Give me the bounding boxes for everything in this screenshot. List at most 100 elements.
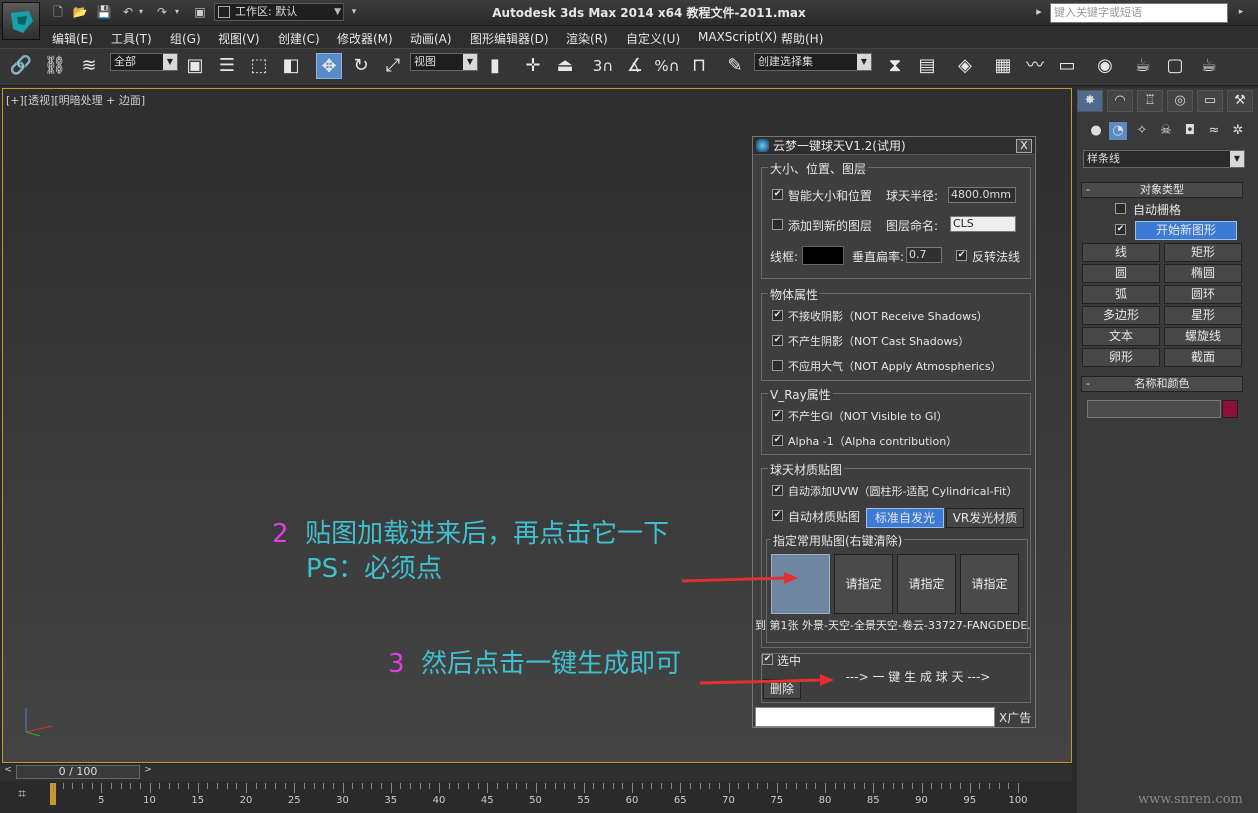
edit-named-selection-icon[interactable]: ✎ [722,53,748,79]
rotate-icon[interactable]: ↻ [348,53,374,79]
standard-emissive-button[interactable]: 标准自发光 [866,508,944,528]
selected-checkbox[interactable]: ✔ [762,654,773,665]
scene-explorer-icon[interactable]: ▦ [990,53,1016,79]
create-tab-icon[interactable]: ✸ [1077,90,1103,112]
render-setup-icon[interactable]: ☕ [1130,53,1156,79]
object-name-input[interactable] [1087,400,1221,418]
category-dropdown[interactable]: 样条线 ▼ [1083,150,1245,168]
select-manipulate-icon[interactable]: ✛ [520,53,546,79]
geometry-icon[interactable]: ● [1087,122,1105,140]
viewport-label[interactable]: [+][透视][明暗处理 + 边面] [6,92,145,108]
close-ad-link[interactable]: X广告 [999,709,1031,726]
layer-manager-icon[interactable]: ◈ [952,53,978,79]
select-by-name-icon[interactable]: ☰ [214,53,240,79]
start-new-shape-button[interactable]: 开始新图形 [1135,221,1237,240]
menu-graph-editors[interactable]: 图形编辑器(D) [470,30,549,47]
align-icon[interactable]: ▤ [914,53,940,79]
reference-coordinate-dropdown[interactable]: 视图 ▼ [410,53,478,71]
object-type-rollout[interactable]: - 对象类型 [1081,182,1243,198]
time-slider[interactable] [0,763,1072,781]
keyboard-shortcut-override-icon[interactable]: ⏏ [552,53,578,79]
autogrid-checkbox[interactable] [1115,203,1126,214]
info-center-icon[interactable]: ▸ [1030,4,1048,20]
mini-curve-editor-icon[interactable]: ⌗ [8,786,36,806]
rendered-frame-window-icon[interactable]: ▢ [1162,53,1188,79]
menu-modifiers[interactable]: 修改器(M) [337,30,393,47]
no-receive-shadows-checkbox[interactable]: ✔ [772,310,783,321]
modify-tab-icon[interactable]: ◠ [1107,90,1133,112]
next-frame-icon[interactable]: > [142,765,154,779]
material-editor-icon[interactable]: ◉ [1092,53,1118,79]
schematic-view-icon[interactable]: ▭ [1054,53,1080,79]
map-slot-2[interactable]: 请指定 [834,554,893,614]
object-color-swatch[interactable] [1222,400,1238,418]
unlink-icon[interactable]: ⛓ [42,53,68,79]
search-dropdown-icon[interactable]: ▸ [1232,4,1250,20]
move-icon[interactable]: ✥ [316,53,342,79]
spinner-snap-icon[interactable]: ⊓ [686,53,712,79]
auto-uvw-checkbox[interactable]: ✔ [772,485,783,496]
time-slider-thumb[interactable]: 0 / 100 [16,765,140,779]
motion-tab-icon[interactable]: ◎ [1167,90,1193,112]
pivot-center-icon[interactable]: ▮ [482,53,508,79]
egg-button[interactable]: 卵形 [1082,348,1160,367]
map-slot-3[interactable]: 请指定 [897,554,956,614]
ad-text-field[interactable] [755,707,995,727]
no-atmospherics-checkbox[interactable] [772,360,783,371]
menu-group[interactable]: 组(G) [170,30,201,47]
arc-button[interactable]: 弧 [1082,285,1160,304]
shapes-icon[interactable]: ◔ [1109,122,1127,140]
link-icon[interactable]: 🔗 [8,53,34,79]
lights-icon[interactable]: ✧ [1133,122,1151,140]
systems-icon[interactable]: ✲ [1229,122,1247,140]
vr-light-material-button[interactable]: VR发光材质 [946,508,1024,528]
close-button[interactable]: X [1016,139,1032,153]
curve-editor-icon[interactable]: 〰 [1022,53,1048,79]
layer-name-input[interactable]: CLS [950,216,1016,232]
bind-spacewarp-icon[interactable]: ≋ [76,53,102,79]
section-button[interactable]: 截面 [1164,348,1242,367]
ngon-button[interactable]: 多边形 [1082,306,1160,325]
vertical-flatten-spinner[interactable]: 0.7 [906,247,942,263]
donut-button[interactable]: 圆环 [1164,285,1242,304]
menu-maxscript[interactable]: MAXScript(X) [698,30,777,44]
menu-views[interactable]: 视图(V) [218,30,260,47]
add-layer-checkbox[interactable] [772,219,783,230]
menu-help[interactable]: 帮助(H) [781,30,823,47]
map-slot-4[interactable]: 请指定 [960,554,1019,614]
flip-normals-checkbox[interactable]: ✔ [956,250,967,261]
spacewarps-icon[interactable]: ≈ [1205,122,1223,140]
mirror-icon[interactable]: ⧗ [882,53,908,79]
ellipse-button[interactable]: 椭圆 [1164,264,1242,283]
generate-skydome-button[interactable]: ---> 一 键 生 成 球 天 ---> [809,665,1027,691]
no-cast-shadows-checkbox[interactable]: ✔ [772,335,783,346]
start-new-shape-checkbox[interactable]: ✔ [1115,224,1126,235]
cameras-icon[interactable]: ☠ [1157,122,1175,140]
menu-create[interactable]: 创建(C) [278,30,320,47]
radius-spinner[interactable]: 4800.0mm [948,187,1016,203]
menu-animation[interactable]: 动画(A) [410,30,452,47]
no-gi-checkbox[interactable]: ✔ [772,410,783,421]
circle-button[interactable]: 圆 [1082,264,1160,283]
named-selection-set-dropdown[interactable]: 创建选择集 ▼ [754,53,872,71]
utilities-tab-icon[interactable]: ⚒ [1227,90,1253,112]
helpers-icon[interactable]: ◘ [1181,122,1199,140]
window-crossing-icon[interactable]: ◧ [278,53,304,79]
smart-size-checkbox[interactable]: ✔ [772,189,783,200]
selection-filter-dropdown[interactable]: 全部 ▼ [110,53,178,71]
scale-icon[interactable]: ⤢ [380,53,406,79]
angle-snap-icon[interactable]: ∡ [622,53,648,79]
alpha-checkbox[interactable]: ✔ [772,435,783,446]
hierarchy-tab-icon[interactable]: ♖ [1137,90,1163,112]
select-object-icon[interactable]: ▣ [182,53,208,79]
menu-tools[interactable]: 工具(T) [111,30,152,47]
snap-toggle-icon[interactable]: 3∩ [590,53,616,79]
rect-selection-icon[interactable]: ⬚ [246,53,272,79]
rectangle-button[interactable]: 矩形 [1164,243,1242,262]
render-production-icon[interactable]: ☕ [1196,53,1222,79]
helix-button[interactable]: 螺旋线 [1164,327,1242,346]
text-button[interactable]: 文本 [1082,327,1160,346]
previous-frame-icon[interactable]: < [2,765,14,779]
search-input[interactable]: 键入关键字或短语 [1050,3,1228,23]
name-color-rollout[interactable]: - 名称和颜色 [1081,376,1243,392]
